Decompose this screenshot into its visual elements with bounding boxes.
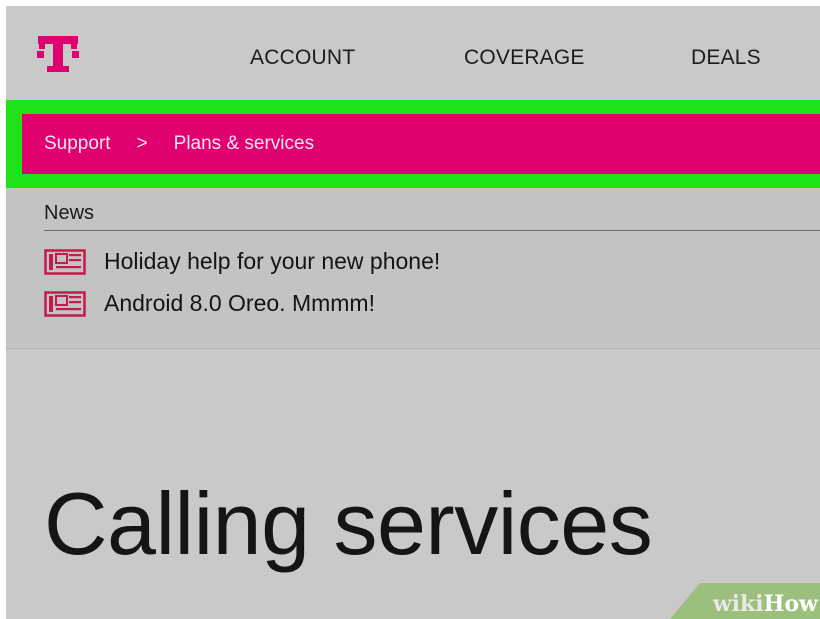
news-item[interactable]: Android 8.0 Oreo. Mmmm! (44, 290, 375, 317)
news-panel: News Holiday help for your new phone! An… (6, 188, 820, 349)
newspaper-icon (44, 248, 86, 275)
news-divider (44, 230, 820, 231)
breadcrumb-support-link[interactable]: Support (44, 133, 111, 155)
t-mobile-logo-icon[interactable]: T (36, 32, 80, 76)
news-item[interactable]: Holiday help for your new phone! (44, 248, 440, 275)
breadcrumb-separator: > (136, 133, 148, 154)
news-title: News (44, 202, 95, 224)
breadcrumb: Support > Plans & services (22, 114, 820, 174)
newspaper-icon (44, 290, 86, 317)
top-navigation: T ACCOUNT COVERAGE DEALS (6, 6, 820, 102)
news-item-label: Holiday help for your new phone! (104, 248, 441, 274)
watermark-how: How (763, 591, 818, 617)
news-item-label: Android 8.0 Oreo. Mmmm! (104, 290, 375, 316)
nav-deals-link[interactable]: DEALS (691, 46, 761, 70)
nav-coverage-link[interactable]: COVERAGE (464, 46, 585, 70)
page-title: Calling services (44, 474, 653, 573)
wikihow-watermark: wikiHow (713, 591, 818, 617)
page-frame: T ACCOUNT COVERAGE DEALS Support > Plans… (6, 6, 820, 619)
breadcrumb-plans-services-link[interactable]: Plans & services (174, 133, 314, 155)
breadcrumb-highlight: Support > Plans & services (6, 100, 820, 188)
watermark-wiki: wiki (712, 591, 764, 617)
nav-account-link[interactable]: ACCOUNT (250, 46, 355, 70)
